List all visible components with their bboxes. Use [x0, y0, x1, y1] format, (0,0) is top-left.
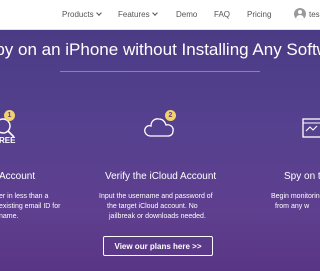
step-1-text-line: existing email ID for [0, 203, 61, 210]
nav-faq[interactable]: FAQ [214, 10, 230, 19]
step-2-text-line: jailbreak or downloads needed. [109, 213, 206, 220]
nav-features-label: Features [118, 10, 150, 19]
nav-demo[interactable]: Demo [176, 10, 197, 19]
free-label: REE [0, 136, 16, 145]
nav-pricing[interactable]: Pricing [247, 10, 271, 19]
nav-features[interactable]: Features [118, 10, 158, 19]
user-avatar-icon[interactable] [294, 8, 306, 20]
top-navbar: Products Features Demo FAQ Pricing tes [0, 0, 320, 30]
chevron-down-icon [151, 10, 158, 16]
step-3-text-line: from any w [275, 203, 310, 210]
nav-products[interactable]: Products [62, 10, 102, 19]
step-1-text-line: er in less than a [0, 193, 49, 200]
headline-divider [60, 71, 260, 72]
step-3-text-line: Begin monitoring [271, 193, 320, 200]
step-badge-1: 1 [4, 110, 15, 121]
user-name[interactable]: tes [309, 10, 320, 19]
step-3-title: Spy on th [284, 171, 320, 182]
step-2-title: Verify the iCloud Account [105, 171, 217, 182]
chevron-down-icon [95, 10, 102, 16]
step-1-title: Account [0, 171, 36, 182]
hero-headline: Spy on an iPhone without Installing Any … [0, 40, 320, 59]
nav-products-label: Products [62, 10, 94, 19]
step-1-text-line: name. [0, 213, 19, 220]
step-badge-2: 2 [165, 110, 176, 121]
hero-section: Spy on an iPhone without Installing Any … [0, 30, 320, 271]
step-2-text-line: Input the username and password of [99, 193, 213, 200]
monitor-icon [302, 118, 320, 138]
view-plans-button[interactable]: View our plans here >> [103, 236, 213, 256]
step-2-text-line: the target iCloud account. No [107, 203, 198, 210]
